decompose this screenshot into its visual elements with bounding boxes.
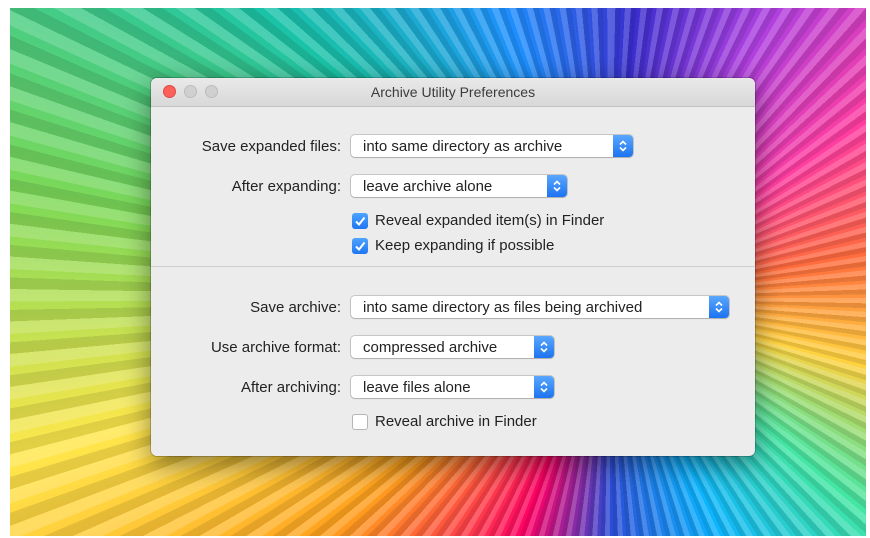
checkmark-icon[interactable] (352, 213, 368, 229)
after-expanding-value: leave archive alone (363, 178, 493, 195)
reveal-expanded-label[interactable]: Reveal expanded item(s) in Finder (375, 212, 604, 229)
save-archive-popup[interactable]: into same directory as files being archi… (351, 296, 729, 318)
after-expanding-popup[interactable]: leave archive alone (351, 175, 567, 197)
zoom-icon[interactable] (205, 85, 218, 98)
after-archiving-label: After archiving: (240, 379, 341, 396)
section-divider (151, 266, 755, 267)
chevron-updown-icon (534, 336, 554, 358)
save-expanded-popup[interactable]: into same directory as archive (351, 135, 633, 157)
preferences-window: Archive Utility Preferences Save expande… (151, 78, 755, 456)
after-archiving-value: leave files alone (363, 379, 471, 396)
minimize-icon[interactable] (184, 85, 197, 98)
archive-format-value: compressed archive (363, 339, 498, 356)
keep-expanding-label[interactable]: Keep expanding if possible (375, 237, 554, 254)
reveal-archive-label[interactable]: Reveal archive in Finder (375, 413, 537, 430)
window-controls (163, 85, 218, 98)
checkmark-icon[interactable] (352, 238, 368, 254)
checkbox-empty-icon[interactable] (352, 414, 368, 430)
archive-format-popup[interactable]: compressed archive (351, 336, 554, 358)
save-expanded-value: into same directory as archive (363, 138, 563, 155)
archive-format-label: Use archive format: (210, 339, 341, 356)
after-archiving-row: After archiving: leave files alone (151, 376, 755, 400)
archive-format-row: Use archive format: compressed archive (151, 336, 755, 360)
after-archiving-popup[interactable]: leave files alone (351, 376, 554, 398)
save-archive-row: Save archive: into same directory as fil… (151, 296, 755, 320)
window-title: Archive Utility Preferences (370, 84, 536, 100)
save-archive-value: into same directory as files being archi… (363, 299, 643, 316)
save-archive-label: Save archive: (250, 299, 341, 316)
chevron-updown-icon (547, 175, 567, 197)
after-expanding-row: After expanding: leave archive alone (151, 175, 755, 199)
close-icon[interactable] (163, 85, 176, 98)
title-bar[interactable]: Archive Utility Preferences (151, 78, 755, 107)
chevron-updown-icon (709, 296, 729, 318)
save-expanded-label: Save expanded files: (201, 138, 341, 155)
after-expanding-label: After expanding: (231, 178, 341, 195)
chevron-updown-icon (534, 376, 554, 398)
chevron-updown-icon (613, 135, 633, 157)
save-expanded-row: Save expanded files: into same directory… (151, 135, 755, 159)
